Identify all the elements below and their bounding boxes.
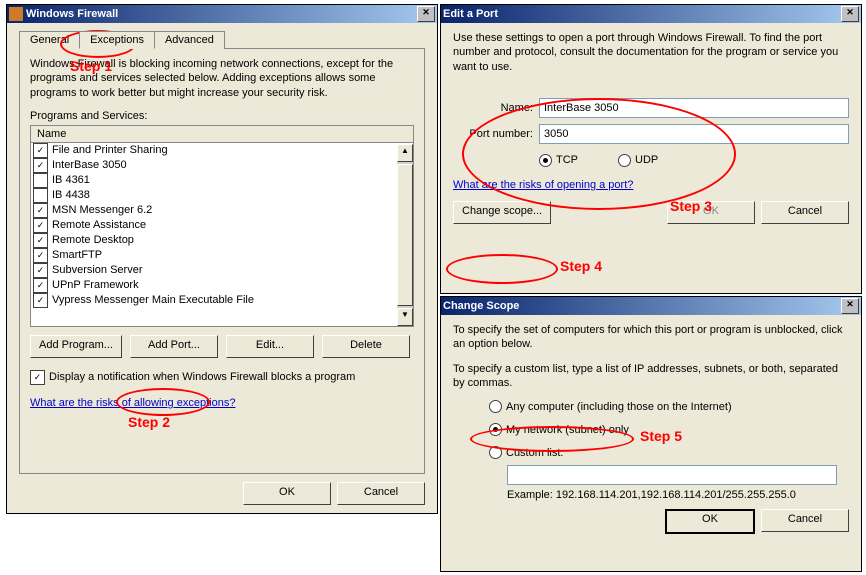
name-label: Name:	[453, 102, 533, 114]
udp-radio[interactable]: UDP	[618, 154, 658, 167]
custom-list-radio[interactable]: Custom list:	[489, 446, 849, 459]
list-item[interactable]: ✓ Subversion Server	[33, 263, 411, 278]
item-checkbox[interactable]: ✓	[33, 263, 48, 278]
edit-port-title: Edit a Port	[443, 8, 498, 20]
firewall-titlebar[interactable]: Windows Firewall ✕	[7, 5, 437, 23]
item-label: Remote Desktop	[52, 234, 134, 246]
port-label: Port number:	[453, 128, 533, 140]
list-item[interactable]: ✓ File and Printer Sharing	[33, 143, 411, 158]
notify-label: Display a notification when Windows Fire…	[49, 371, 355, 383]
list-item[interactable]: ✓ Vypress Messenger Main Executable File	[33, 293, 411, 308]
item-checkbox[interactable]: ✓	[33, 158, 48, 173]
tcp-radio[interactable]: TCP	[539, 154, 578, 167]
item-label: InterBase 3050	[52, 159, 127, 171]
programs-listbox[interactable]: Name ✓ File and Printer Sharing ✓ InterBase…	[30, 125, 414, 327]
item-label: File and Printer Sharing	[52, 144, 168, 156]
example-label: Example: 192.168.114.201,192.168.114.201…	[507, 489, 849, 501]
item-checkbox[interactable]: ✓	[33, 203, 48, 218]
delete-button[interactable]: Delete	[322, 335, 410, 358]
ok-button[interactable]: OK	[667, 201, 755, 224]
port-risks-link[interactable]: What are the risks of opening a port?	[453, 179, 849, 191]
scroll-down-icon[interactable]: ▼	[397, 308, 413, 326]
item-checkbox[interactable]: ✓	[33, 293, 48, 308]
item-checkbox[interactable]: ✓	[33, 143, 48, 158]
item-label: UPnP Framework	[52, 279, 139, 291]
list-item[interactable]: IB 4438	[33, 188, 411, 203]
item-checkbox[interactable]: ✓	[33, 218, 48, 233]
cancel-button[interactable]: Cancel	[761, 201, 849, 224]
tabs: General Exceptions Advanced	[19, 31, 425, 49]
list-item[interactable]: ✓ Remote Assistance	[33, 218, 411, 233]
edit-port-desc: Use these settings to open a port throug…	[453, 31, 849, 74]
custom-list-field[interactable]	[507, 465, 837, 485]
programs-label: Programs and Services:	[30, 110, 414, 122]
item-label: Remote Assistance	[52, 219, 146, 231]
scope-desc2: To specify a custom list, type a list of…	[453, 362, 849, 391]
add-port-button[interactable]: Add Port...	[130, 335, 218, 358]
ok-button[interactable]: OK	[665, 509, 755, 534]
firewall-title: Windows Firewall	[26, 8, 118, 20]
notify-checkbox[interactable]: ✓	[30, 370, 45, 385]
tab-general[interactable]: General	[19, 31, 80, 49]
list-item[interactable]: ✓ MSN Messenger 6.2	[33, 203, 411, 218]
tab-exceptions[interactable]: Exceptions	[79, 31, 155, 49]
name-field[interactable]: InterBase 3050	[539, 98, 849, 118]
item-checkbox[interactable]: ✓	[33, 233, 48, 248]
scroll-thumb[interactable]	[397, 164, 413, 306]
cancel-button[interactable]: Cancel	[761, 509, 849, 532]
change-scope-button[interactable]: Change scope...	[453, 201, 551, 224]
item-checkbox[interactable]	[33, 188, 48, 203]
exceptions-desc: Windows Firewall is blocking incoming ne…	[30, 57, 414, 100]
item-label: IB 4438	[52, 189, 90, 201]
scroll-up-icon[interactable]: ▲	[397, 144, 413, 162]
edit-button[interactable]: Edit...	[226, 335, 314, 358]
risks-link[interactable]: What are the risks of allowing exception…	[30, 397, 414, 409]
any-computer-radio[interactable]: Any computer (including those on the Int…	[489, 400, 849, 413]
list-item[interactable]: ✓ UPnP Framework	[33, 278, 411, 293]
firewall-window: Windows Firewall ✕ General Exceptions Ad…	[6, 4, 438, 514]
tab-advanced[interactable]: Advanced	[154, 31, 225, 49]
my-network-radio[interactable]: My network (subnet) only	[489, 423, 849, 436]
scope-desc1: To specify the set of computers for whic…	[453, 323, 849, 352]
scrollbar[interactable]: ▲ ▼	[397, 144, 413, 326]
item-checkbox[interactable]: ✓	[33, 248, 48, 263]
list-item[interactable]: IB 4361	[33, 173, 411, 188]
edit-port-titlebar[interactable]: Edit a Port ✕	[441, 5, 861, 23]
close-icon[interactable]: ✕	[417, 6, 435, 22]
port-field[interactable]: 3050	[539, 124, 849, 144]
close-icon[interactable]: ✕	[841, 298, 859, 314]
change-scope-titlebar[interactable]: Change Scope ✕	[441, 297, 861, 315]
item-label: SmartFTP	[52, 249, 102, 261]
change-scope-window: Change Scope ✕ To specify the set of com…	[440, 296, 862, 572]
item-checkbox[interactable]: ✓	[33, 278, 48, 293]
item-label: IB 4361	[52, 174, 90, 186]
change-scope-title: Change Scope	[443, 300, 519, 312]
edit-port-window: Edit a Port ✕ Use these settings to open…	[440, 4, 862, 294]
firewall-icon	[9, 7, 23, 21]
item-label: Subversion Server	[52, 264, 143, 276]
ok-button[interactable]: OK	[243, 482, 331, 505]
add-program-button[interactable]: Add Program...	[30, 335, 122, 358]
item-checkbox[interactable]	[33, 173, 48, 188]
item-label: Vypress Messenger Main Executable File	[52, 294, 254, 306]
tabpage-exceptions: Windows Firewall is blocking incoming ne…	[19, 48, 425, 474]
list-item[interactable]: ✓ InterBase 3050	[33, 158, 411, 173]
name-column[interactable]: Name	[31, 126, 413, 143]
list-item[interactable]: ✓ SmartFTP	[33, 248, 411, 263]
cancel-button[interactable]: Cancel	[337, 482, 425, 505]
list-item[interactable]: ✓ Remote Desktop	[33, 233, 411, 248]
close-icon[interactable]: ✕	[841, 6, 859, 22]
item-label: MSN Messenger 6.2	[52, 204, 152, 216]
